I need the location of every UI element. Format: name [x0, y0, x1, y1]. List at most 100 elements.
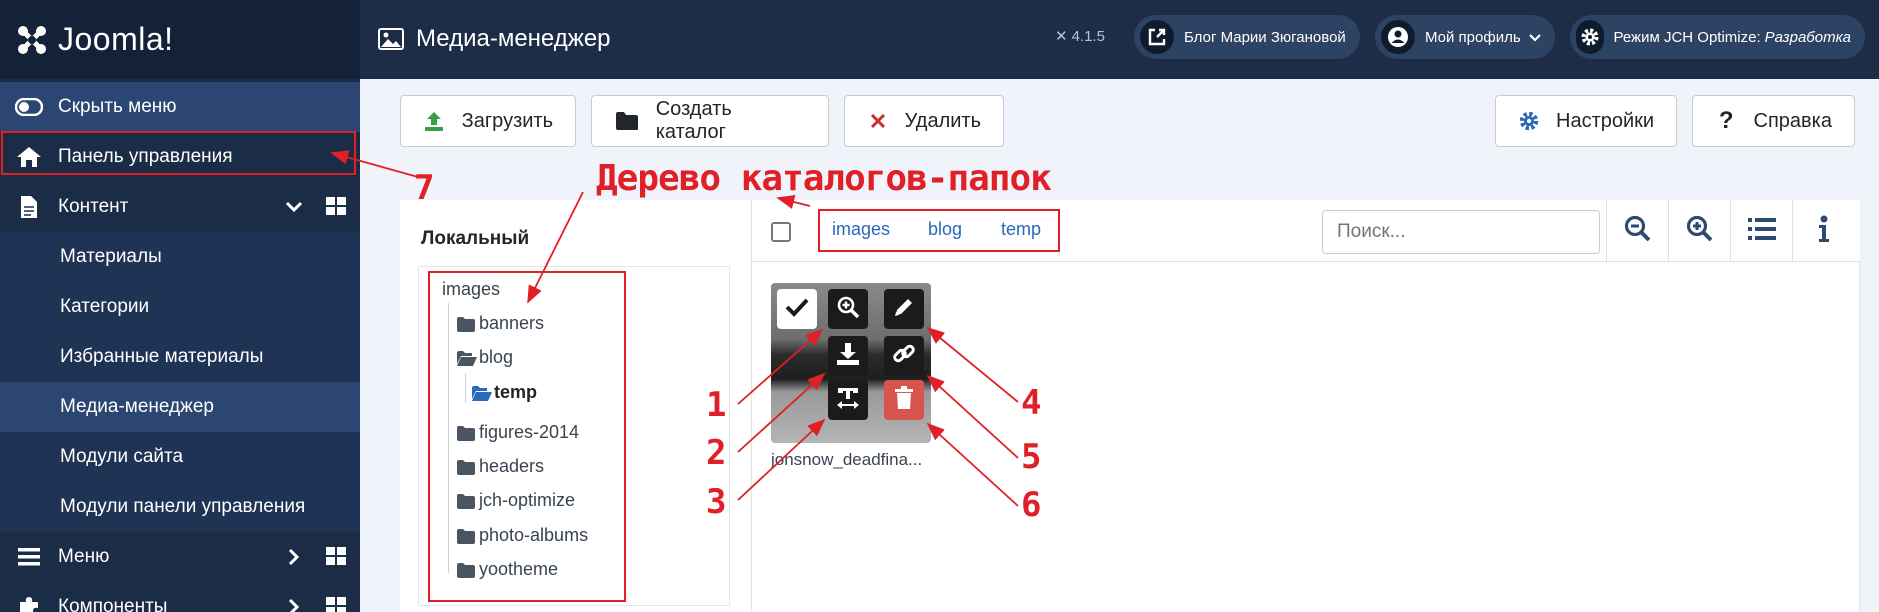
- sidebar-item-label: Меню: [58, 546, 110, 567]
- joomla-logo[interactable]: Joomla!: [0, 0, 360, 79]
- upload-icon: [423, 109, 446, 133]
- sidebar-toggle-label: Скрыть меню: [58, 96, 177, 117]
- sidebar-item-categories[interactable]: Категории: [0, 282, 360, 332]
- pencil-icon: [893, 296, 915, 323]
- upload-label: Загрузить: [461, 109, 553, 132]
- folder-icon: [614, 109, 640, 133]
- chevron-down-icon: [1528, 29, 1541, 46]
- get-link-button[interactable]: [884, 336, 924, 376]
- gear-icon: [1576, 20, 1604, 54]
- trash-icon: [894, 385, 914, 415]
- text-width-icon: [835, 386, 861, 415]
- version-badge: ✕ 4.1.5: [1055, 27, 1105, 46]
- annotation-number: 6: [1021, 485, 1042, 525]
- sidebar-item-site-modules[interactable]: Модули сайта: [0, 432, 360, 482]
- toggle-icon: [14, 94, 44, 120]
- search-input[interactable]: [1322, 210, 1600, 254]
- dashboard-grid-icon[interactable]: [326, 197, 346, 217]
- annotation-number: 5: [1021, 437, 1042, 477]
- zoom-in-button[interactable]: [1668, 200, 1730, 262]
- user-icon: [1381, 20, 1415, 54]
- sidebar-toggle-menu[interactable]: Скрыть меню: [0, 82, 360, 132]
- joomla-small-icon: ✕: [1055, 28, 1068, 45]
- annotation-title: Дерево каталогов-папок: [596, 158, 1052, 199]
- annotation-number: 4: [1021, 383, 1042, 423]
- sidebar-item-articles[interactable]: Материалы: [0, 232, 360, 282]
- chevron-right-icon[interactable]: [284, 547, 304, 567]
- sidebar-item-label: Материалы: [60, 246, 162, 267]
- download-button[interactable]: [828, 336, 868, 376]
- media-item-thumbnail[interactable]: [771, 283, 931, 443]
- chevron-right-icon[interactable]: [284, 597, 304, 612]
- zoom-out-button[interactable]: [1606, 200, 1668, 262]
- jch-mode-label: Режим JCH Optimize:: [1613, 28, 1761, 46]
- create-folder-button[interactable]: Создать каталог: [591, 95, 829, 147]
- select-check-button[interactable]: [777, 289, 817, 329]
- sidebar-item-label: Модули сайта: [60, 446, 184, 467]
- highlight-tree-box: [428, 271, 626, 602]
- rename-button[interactable]: [828, 380, 868, 420]
- check-icon: [785, 297, 809, 322]
- preview-button[interactable]: [828, 289, 868, 329]
- puzzle-icon: [14, 594, 44, 612]
- page-title: Медиа-менеджер: [378, 20, 611, 58]
- annotation-number: 1: [706, 385, 727, 425]
- edit-button[interactable]: [884, 289, 924, 329]
- sidebar-item-menus[interactable]: Меню: [0, 532, 360, 582]
- joomla-logo-text: Joomla!: [58, 21, 174, 57]
- select-all-checkbox[interactable]: [771, 222, 791, 242]
- annotation-number: 3: [706, 482, 727, 522]
- zoom-in-icon: [836, 295, 860, 324]
- site-link-button[interactable]: Блог Марии Зюгановой: [1134, 15, 1360, 59]
- options-button[interactable]: Настройки: [1495, 95, 1677, 147]
- question-icon: ?: [1718, 107, 1734, 134]
- delete-button[interactable]: Удалить: [844, 95, 1004, 147]
- media-item-filename: jonsnow_deadfina...: [771, 450, 923, 469]
- list-view-button[interactable]: [1730, 200, 1792, 262]
- external-link-icon: [1140, 20, 1174, 54]
- help-button[interactable]: ? Справка: [1692, 95, 1855, 147]
- zoom-in-icon: [1686, 215, 1714, 248]
- sidebar-item-label: Избранные материалы: [60, 346, 264, 367]
- profile-label: Мой профиль: [1425, 28, 1521, 46]
- jch-mode-value: Разработка: [1764, 28, 1851, 46]
- sidebar-item-components[interactable]: Компоненты: [0, 582, 360, 612]
- close-icon: [867, 109, 889, 133]
- file-icon: [14, 194, 44, 220]
- dashboard-grid-icon[interactable]: [326, 597, 346, 612]
- sidebar-item-label: Контент: [58, 196, 129, 217]
- sidebar-item-label: Категории: [60, 296, 150, 317]
- sidebar-item-label: Модули панели управления: [60, 496, 306, 517]
- info-button[interactable]: [1792, 200, 1854, 262]
- options-label: Настройки: [1556, 109, 1655, 132]
- highlight-dashboard-box: [1, 131, 356, 175]
- joomla-logo-icon: [12, 20, 52, 60]
- info-icon: [1818, 215, 1830, 248]
- sidebar-item-admin-modules[interactable]: Модули панели управления: [0, 482, 360, 532]
- download-icon: [836, 342, 860, 371]
- sidebar-item-label: Компоненты: [58, 596, 168, 612]
- delete-label: Удалить: [904, 109, 981, 132]
- upload-button[interactable]: Загрузить: [400, 95, 576, 147]
- top-header: Joomla! Медиа-менеджер ✕ 4.1.5 Блог Мари…: [0, 0, 1879, 79]
- jch-mode-button[interactable]: Режим JCH Optimize: Разработка: [1570, 15, 1865, 59]
- sidebar-item-content[interactable]: Контент: [0, 182, 360, 232]
- annotation-number: 2: [706, 433, 727, 473]
- help-label: Справка: [1753, 109, 1832, 132]
- list-icon: [14, 544, 44, 570]
- tree-title: Локальный: [421, 228, 530, 249]
- page-title-text: Медиа-менеджер: [416, 25, 611, 52]
- profile-button[interactable]: Мой профиль: [1375, 15, 1555, 59]
- chevron-down-icon[interactable]: [284, 197, 304, 217]
- dashboard-grid-icon[interactable]: [326, 547, 346, 567]
- gear-icon: [1518, 109, 1540, 133]
- highlight-breadcrumb-box: [818, 209, 1060, 252]
- sidebar-item-featured[interactable]: Избранные материалы: [0, 332, 360, 382]
- site-link-label: Блог Марии Зюгановой: [1184, 28, 1346, 46]
- link-icon: [892, 342, 916, 371]
- version-text: 4.1.5: [1071, 27, 1105, 45]
- delete-item-button[interactable]: [884, 380, 924, 420]
- sidebar-item-label: Медиа-менеджер: [60, 396, 214, 417]
- sidebar-item-media[interactable]: Медиа-менеджер: [0, 382, 360, 432]
- zoom-out-icon: [1624, 215, 1652, 248]
